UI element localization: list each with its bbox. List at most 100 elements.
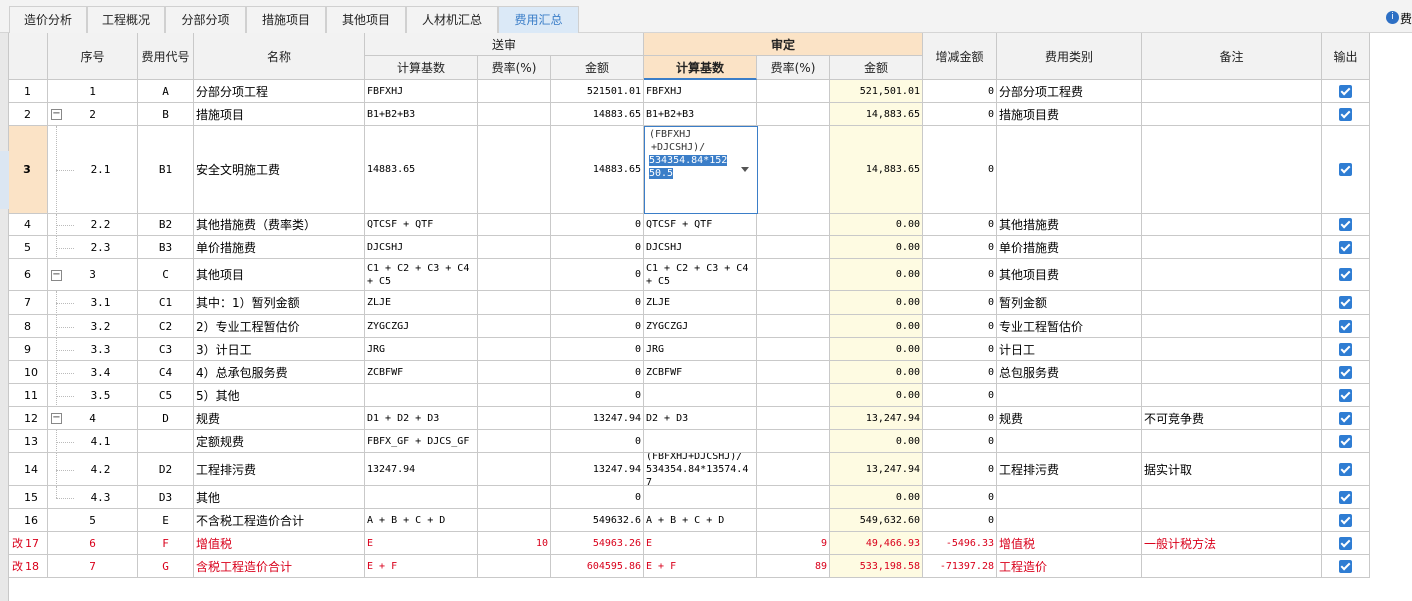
row-13-idx[interactable]: 13 xyxy=(9,430,48,453)
row-18-sd-amount[interactable]: 533,198.58 xyxy=(830,555,923,578)
row-6-sd-base[interactable]: C1 + C2 + C3 + C4 + C5 xyxy=(644,259,757,291)
row-8-sd-rate[interactable] xyxy=(757,315,830,338)
tab-5[interactable]: 人材机汇总 xyxy=(406,6,498,33)
row-11-ss-base[interactable] xyxy=(365,384,478,407)
tab-3[interactable]: 措施项目 xyxy=(246,6,326,33)
row-16-name[interactable]: 不含税工程造价合计 xyxy=(194,509,365,532)
row-13-ss-rate[interactable] xyxy=(478,430,551,453)
row-3-output[interactable] xyxy=(1322,126,1370,214)
row-7-idx[interactable]: 7 xyxy=(9,291,48,315)
row-15-seq[interactable]: 4.3 xyxy=(48,486,138,509)
row-12-sd-rate[interactable] xyxy=(757,407,830,430)
row-8-sd-amount[interactable]: 0.00 xyxy=(830,315,923,338)
row-3-ss-amount[interactable]: 14883.65 xyxy=(551,126,644,214)
row-4-sd-base[interactable]: QTCSF + QTF xyxy=(644,214,757,236)
header-ss_amount[interactable]: 金额 xyxy=(551,56,644,80)
row-13-code[interactable] xyxy=(138,430,194,453)
row-18-code[interactable]: G xyxy=(138,555,194,578)
row-5-seq[interactable]: 2.3 xyxy=(48,236,138,259)
row-10-seq[interactable]: 3.4 xyxy=(48,361,138,384)
row-10-diff[interactable]: 0 xyxy=(923,361,997,384)
header-shending[interactable]: 审定 xyxy=(644,33,923,56)
row-8-category[interactable]: 专业工程暂估价 xyxy=(997,315,1142,338)
row-3-seq[interactable]: 2.1 xyxy=(48,126,138,214)
row-2-diff[interactable]: 0 xyxy=(923,103,997,126)
output-checkbox[interactable] xyxy=(1339,388,1352,402)
row-16-category[interactable] xyxy=(997,509,1142,532)
row-17-seq[interactable]: 6 xyxy=(48,532,138,555)
row-17-output[interactable] xyxy=(1322,532,1370,555)
row-8-diff[interactable]: 0 xyxy=(923,315,997,338)
row-9-ss-base[interactable]: JRG xyxy=(365,338,478,361)
row-11-output[interactable] xyxy=(1322,384,1370,407)
row-11-seq[interactable]: 3.5 xyxy=(48,384,138,407)
row-3-remark[interactable] xyxy=(1142,126,1322,214)
row-10-idx[interactable]: 10 xyxy=(9,361,48,384)
row-18-ss-base[interactable]: E + F xyxy=(365,555,478,578)
row-13-diff[interactable]: 0 xyxy=(923,430,997,453)
collapse-toggle-icon[interactable]: − xyxy=(51,109,62,120)
row-14-name[interactable]: 工程排污费 xyxy=(194,453,365,486)
header-code[interactable]: 费用代号 xyxy=(138,33,194,80)
row-2-sd-amount[interactable]: 14,883.65 xyxy=(830,103,923,126)
row-17-ss-rate[interactable]: 10 xyxy=(478,532,551,555)
row-9-sd-amount[interactable]: 0.00 xyxy=(830,338,923,361)
row-10-code[interactable]: C4 xyxy=(138,361,194,384)
row-10-ss-base[interactable]: ZCBFWF xyxy=(365,361,478,384)
row-10-sd-rate[interactable] xyxy=(757,361,830,384)
row-1-ss-amount[interactable]: 521501.01 xyxy=(551,80,644,103)
row-5-diff[interactable]: 0 xyxy=(923,236,997,259)
row-5-remark[interactable] xyxy=(1142,236,1322,259)
row-15-sd-base[interactable] xyxy=(644,486,757,509)
row-17-sd-rate[interactable]: 9 xyxy=(757,532,830,555)
row-1-remark[interactable] xyxy=(1142,80,1322,103)
row-6-idx[interactable]: 6 xyxy=(9,259,48,291)
row-18-sd-rate[interactable]: 89 xyxy=(757,555,830,578)
row-14-category[interactable]: 工程排污费 xyxy=(997,453,1142,486)
row-15-diff[interactable]: 0 xyxy=(923,486,997,509)
row-2-idx[interactable]: 2 xyxy=(9,103,48,126)
row-14-ss-amount[interactable]: 13247.94 xyxy=(551,453,644,486)
row-1-sd-rate[interactable] xyxy=(757,80,830,103)
row-15-ss-amount[interactable]: 0 xyxy=(551,486,644,509)
row-11-code[interactable]: C5 xyxy=(138,384,194,407)
row-8-ss-rate[interactable] xyxy=(478,315,551,338)
header-ss_base[interactable]: 计算基数 xyxy=(365,56,478,80)
formula-editor[interactable]: (FBFXHJ +DJCSHJ)/ 534354.84*152 50.5 xyxy=(644,126,758,214)
row-14-output[interactable] xyxy=(1322,453,1370,486)
row-15-ss-base[interactable] xyxy=(365,486,478,509)
row-17-idx[interactable]: 改 17 xyxy=(9,532,48,555)
row-2-remark[interactable] xyxy=(1142,103,1322,126)
row-5-sd-base[interactable]: DJCSHJ xyxy=(644,236,757,259)
row-4-code[interactable]: B2 xyxy=(138,214,194,236)
row-13-ss-amount[interactable]: 0 xyxy=(551,430,644,453)
row-1-code[interactable]: A xyxy=(138,80,194,103)
output-checkbox[interactable] xyxy=(1339,296,1352,309)
row-12-ss-amount[interactable]: 13247.94 xyxy=(551,407,644,430)
row-11-ss-amount[interactable]: 0 xyxy=(551,384,644,407)
row-6-ss-rate[interactable] xyxy=(478,259,551,291)
row-8-output[interactable] xyxy=(1322,315,1370,338)
row-14-seq[interactable]: 4.2 xyxy=(48,453,138,486)
row-13-name[interactable]: 定额规费 xyxy=(194,430,365,453)
row-6-seq[interactable]: −3 xyxy=(48,259,138,291)
row-3-sd-rate[interactable] xyxy=(757,126,830,214)
row-11-sd-rate[interactable] xyxy=(757,384,830,407)
row-10-output[interactable] xyxy=(1322,361,1370,384)
row-1-ss-rate[interactable] xyxy=(478,80,551,103)
row-3-category[interactable] xyxy=(997,126,1142,214)
row-9-ss-amount[interactable]: 0 xyxy=(551,338,644,361)
row-2-code[interactable]: B xyxy=(138,103,194,126)
row-14-sd-base[interactable]: (FBFXHJ+DJCSHJ)/ 534354.84*13574.47 xyxy=(644,453,757,486)
row-11-diff[interactable]: 0 xyxy=(923,384,997,407)
row-5-sd-rate[interactable] xyxy=(757,236,830,259)
header-category[interactable]: 费用类别 xyxy=(997,33,1142,80)
row-13-sd-rate[interactable] xyxy=(757,430,830,453)
header-sd_base[interactable]: 计算基数 xyxy=(644,56,757,80)
output-checkbox[interactable] xyxy=(1339,462,1352,476)
row-15-sd-rate[interactable] xyxy=(757,486,830,509)
row-15-idx[interactable]: 15 xyxy=(9,486,48,509)
row-7-ss-amount[interactable]: 0 xyxy=(551,291,644,315)
tab-4[interactable]: 其他项目 xyxy=(326,6,406,33)
collapse-toggle-icon[interactable]: − xyxy=(51,413,62,424)
